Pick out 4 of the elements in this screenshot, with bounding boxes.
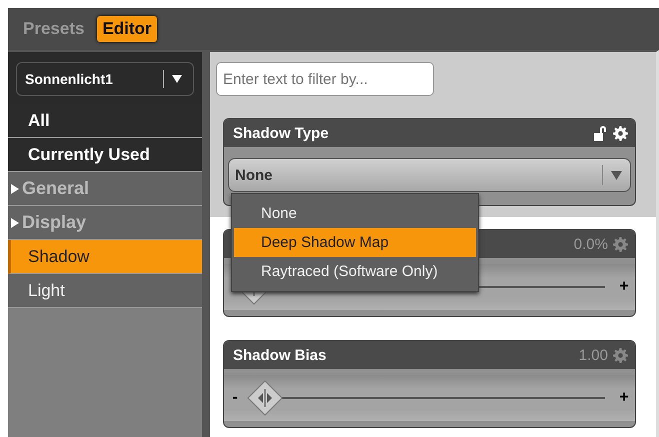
- property-title: Shadow Type: [233, 124, 330, 142]
- property-title: Shadow Bias: [233, 346, 328, 364]
- property-value: 0.0%: [574, 236, 608, 252]
- property-value: 1.00: [578, 346, 608, 364]
